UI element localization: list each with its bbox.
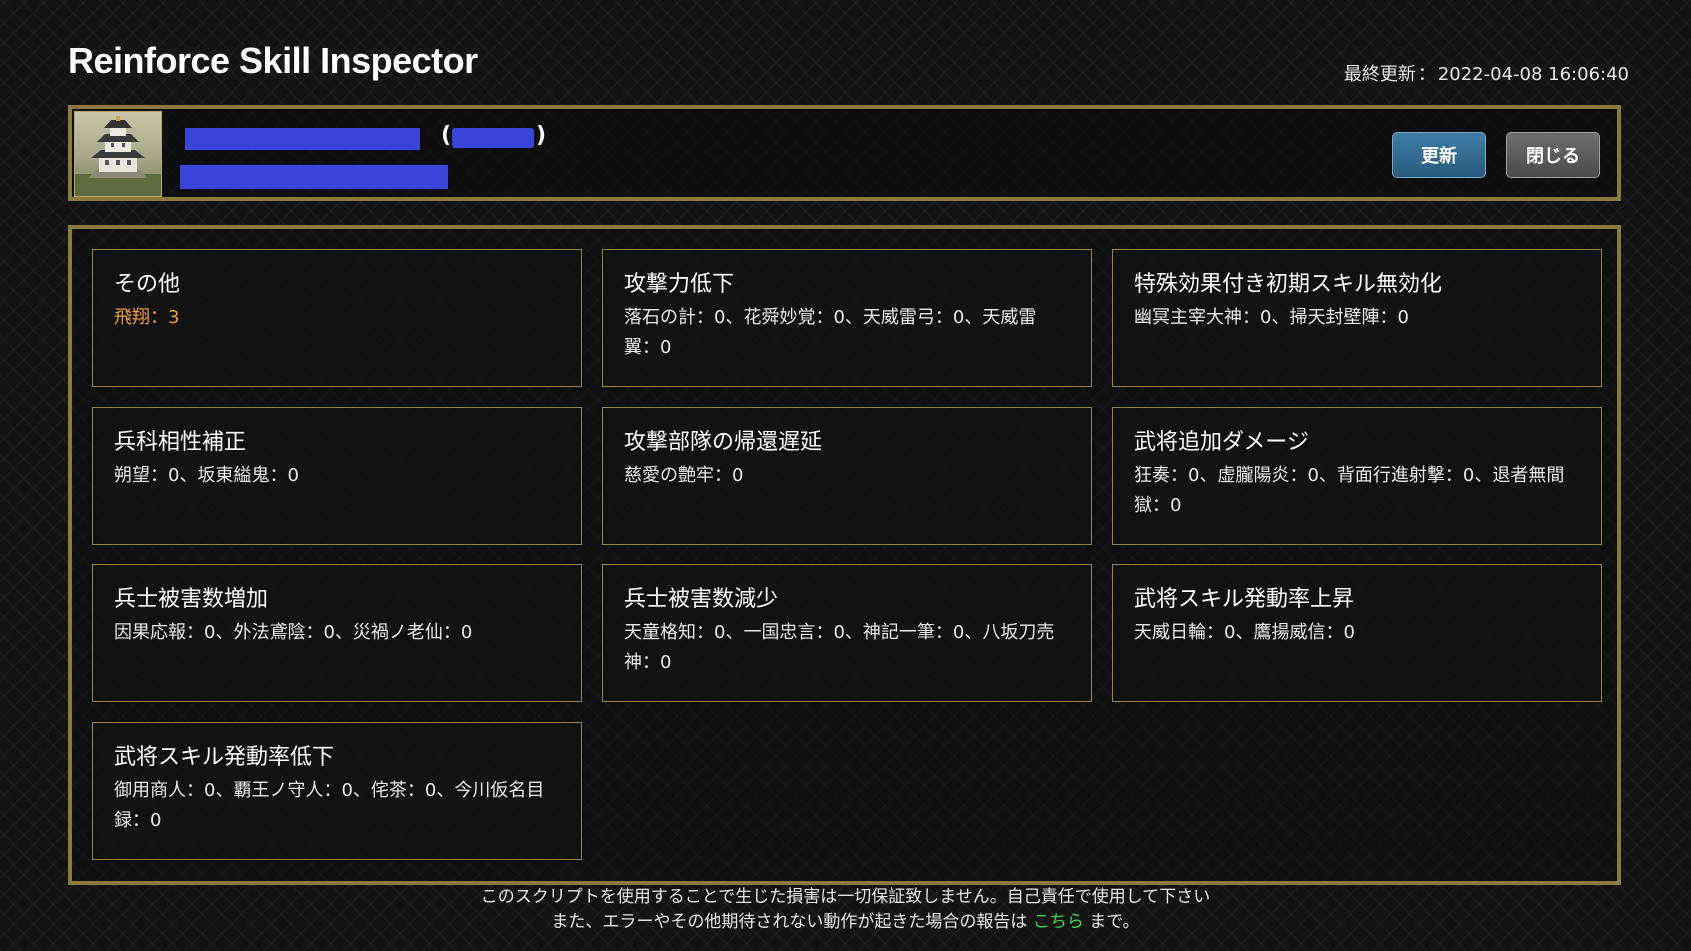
skill-card-title: 特殊効果付き初期スキル無効化 <box>1134 272 1443 297</box>
last-updated: 最終更新： 2022-04-08 16:06:40 <box>1344 60 1629 86</box>
skill-card-title: 武将スキル発動率上昇 <box>1134 587 1355 612</box>
paren-open: ( <box>441 123 452 148</box>
report-line: また、エラーやその他期待されない動作が起きた場合の報告は こちら まで。 <box>0 910 1691 935</box>
skill-card-values: 狂奏：0、虚朧陽炎：0、背面行進射撃：0、退者無間獄：0 <box>1134 465 1565 516</box>
update-button[interactable]: 更新 <box>1392 132 1486 178</box>
skill-card: 攻撃部隊の帰還遅延 慈愛の艶牢：0 <box>602 407 1092 545</box>
skill-card: 兵士被害数減少 天童格知：0、一国忠言：0、神記一筆：0、八坂刀売神：0 <box>602 564 1092 702</box>
close-button[interactable]: 閉じる <box>1506 132 1600 178</box>
redacted-id <box>452 128 534 148</box>
report-prefix: また、エラーやその他期待されない動作が起きた場合の報告は <box>551 912 1028 932</box>
skill-card-values: 天威日輪：0、鷹揚威信：0 <box>1134 622 1355 643</box>
skill-card: その他 飛翔：3 <box>92 249 582 387</box>
app-title: Reinforce Skill Inspector <box>68 40 478 81</box>
footer-disclaimer: このスクリプトを使用することで生じた損害は一切保証致しません。自己責任で使用して… <box>0 885 1691 935</box>
skill-card: 武将追加ダメージ 狂奏：0、虚朧陽炎：0、背面行進射撃：0、退者無間獄：0 <box>1112 407 1602 545</box>
skill-card-title: 武将スキル発動率低下 <box>114 745 335 770</box>
skill-card-values: 幽冥主宰大神：0、掃天封壁陣：0 <box>1134 307 1409 328</box>
last-updated-label: 最終更新 <box>1343 64 1416 85</box>
skill-card-values: 因果応報：0、外法鳶陰：0、災禍ノ老仙：0 <box>114 622 473 643</box>
skill-card-title: 兵科相性補正 <box>114 430 247 455</box>
skill-grid-panel: その他 飛翔：3 攻撃力低下 落石の計：0、花舜妙覚：0、天威雷弓：0、天威雷翼… <box>68 225 1621 885</box>
skill-card-title: その他 <box>114 272 181 297</box>
skill-card: 兵士被害数増加 因果応報：0、外法鳶陰：0、災禍ノ老仙：0 <box>92 564 582 702</box>
report-link[interactable]: こちら <box>1033 912 1084 932</box>
skill-card-title: 攻撃力低下 <box>624 272 735 297</box>
skill-card: 特殊効果付き初期スキル無効化 幽冥主宰大神：0、掃天封壁陣：0 <box>1112 249 1602 387</box>
skill-card: 武将スキル発動率低下 御用商人：0、覇王ノ守人：0、侘茶：0、今川仮名目録：0 <box>92 722 582 860</box>
skill-card-values: 飛翔：3 <box>114 307 180 328</box>
disclaimer-line: このスクリプトを使用することで生じた損害は一切保証致しません。自己責任で使用して… <box>480 887 1211 907</box>
redacted-name <box>185 128 420 150</box>
skill-card-title: 兵士被害数減少 <box>624 587 779 612</box>
paren-close: ) <box>536 123 547 148</box>
redacted-subtitle <box>180 165 448 189</box>
skill-card: 兵科相性補正 朔望：0、坂東縊鬼：0 <box>92 407 582 545</box>
last-updated-separator: ： <box>1417 64 1436 85</box>
skill-card-values: 御用商人：0、覇王ノ守人：0、侘茶：0、今川仮名目録：0 <box>114 780 545 831</box>
skill-card: 武将スキル発動率上昇 天威日輪：0、鷹揚威信：0 <box>1112 564 1602 702</box>
skill-card-values: 慈愛の艶牢：0 <box>624 465 744 486</box>
last-updated-value: 2022-04-08 16:06:40 <box>1437 64 1629 85</box>
skill-card-title: 武将追加ダメージ <box>1134 430 1309 455</box>
skill-card-title: 攻撃部隊の帰還遅延 <box>624 430 823 455</box>
castle-icon <box>74 111 162 197</box>
report-suffix: まで。 <box>1089 912 1140 932</box>
header-panel: ( ) 更新 閉じる <box>68 105 1621 201</box>
skill-card-values: 天童格知：0、一国忠言：0、神記一筆：0、八坂刀売神：0 <box>624 622 1055 673</box>
skill-card: 攻撃力低下 落石の計：0、花舜妙覚：0、天威雷弓：0、天威雷翼：0 <box>602 249 1092 387</box>
skill-card-title: 兵士被害数増加 <box>114 587 269 612</box>
skill-card-values: 朔望：0、坂東縊鬼：0 <box>114 465 299 486</box>
skill-card-values: 落石の計：0、花舜妙覚：0、天威雷弓：0、天威雷翼：0 <box>624 307 1037 358</box>
